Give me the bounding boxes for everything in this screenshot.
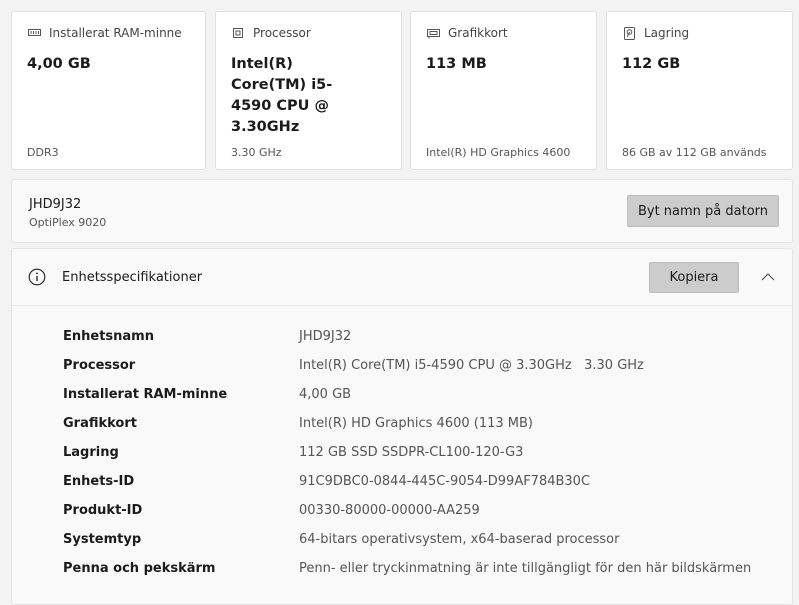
spec-label: Enhets-ID <box>63 474 135 489</box>
spec-row-device-id: Enhets-ID 91C9DBC0-0844-445C-9054-D99AF7… <box>12 474 792 503</box>
info-icon <box>28 268 46 286</box>
graphics-card-icon <box>426 26 440 40</box>
graphics-card-value: 113 MB <box>426 56 487 72</box>
spec-label: Produkt-ID <box>63 503 143 518</box>
spec-value: Penn- eller tryckinmatning är inte tillg… <box>299 561 752 576</box>
spec-label: Lagring <box>63 445 119 460</box>
spec-row-pen-touch: Penna och pekskärm Penn- eller tryckinma… <box>12 561 792 590</box>
spec-value: 91C9DBC0-0844-445C-9054-D99AF784B30C <box>299 474 591 489</box>
storage-icon <box>622 26 636 40</box>
spec-label: Systemtyp <box>63 532 142 547</box>
processor-card-sub: 3.30 GHz <box>231 146 282 159</box>
spec-value: Intel(R) Core(TM) i5-4590 CPU @ 3.30GHz … <box>299 358 644 373</box>
processor-card: Processor Intel(R) Core(TM) i5-4590 CPU … <box>215 11 402 170</box>
processor-card-label: Processor <box>253 26 311 40</box>
spec-value: Intel(R) HD Graphics 4600 (113 MB) <box>299 416 533 431</box>
spec-list: Enhetsnamn JHD9J32 Processor Intel(R) Co… <box>12 329 792 590</box>
spec-row-device-name: Enhetsnamn JHD9J32 <box>12 329 792 358</box>
summary-cards: Installerat RAM-minne 4,00 GB DDR3 Proce… <box>11 11 793 172</box>
processor-card-value: Intel(R) Core(TM) i5-4590 CPU @ 3.30GHz <box>231 56 333 135</box>
spec-label: Installerat RAM-minne <box>63 387 228 402</box>
spec-label: Grafikkort <box>63 416 137 431</box>
graphics-card-sub: Intel(R) HD Graphics 4600 <box>426 146 571 159</box>
spec-value: 64-bitars operativsystem, x64-baserad pr… <box>299 532 620 547</box>
device-specifications-title: Enhetsspecifikationer <box>62 270 203 285</box>
spec-row-processor: Processor Intel(R) Core(TM) i5-4590 CPU … <box>12 358 792 387</box>
spec-value: 00330-80000-00000-AA259 <box>299 503 480 518</box>
storage-card-label: Lagring <box>644 26 690 40</box>
spec-row-system-type: Systemtyp 64-bitars operativsystem, x64-… <box>12 532 792 561</box>
ram-card-label: Installerat RAM-minne <box>49 26 182 40</box>
ram-card-sub: DDR3 <box>27 146 59 159</box>
device-specifications-header[interactable]: Enhetsspecifikationer Kopiera <box>12 249 792 306</box>
rename-pc-button[interactable]: Byt namn på datorn <box>627 195 779 227</box>
ram-card: Installerat RAM-minne 4,00 GB DDR3 <box>11 11 206 170</box>
spec-row-product-id: Produkt-ID 00330-80000-00000-AA259 <box>12 503 792 532</box>
spec-value: 112 GB SSD SSDPR-CL100-120-G3 <box>299 445 524 460</box>
storage-card-sub: 86 GB av 112 GB används <box>622 146 767 159</box>
ram-icon <box>27 26 41 40</box>
spec-row-storage: Lagring 112 GB SSD SSDPR-CL100-120-G3 <box>12 445 792 474</box>
spec-label: Processor <box>63 358 136 373</box>
storage-card-value: 112 GB <box>622 56 681 72</box>
spec-row-graphics: Grafikkort Intel(R) HD Graphics 4600 (11… <box>12 416 792 445</box>
graphics-card-label: Grafikkort <box>448 26 508 40</box>
graphics-card: Grafikkort 113 MB Intel(R) HD Graphics 4… <box>410 11 597 170</box>
spec-label: Enhetsnamn <box>63 329 154 344</box>
spec-row-ram: Installerat RAM-minne 4,00 GB <box>12 387 792 416</box>
processor-icon <box>231 26 245 40</box>
storage-card: Lagring 112 GB 86 GB av 112 GB används <box>606 11 793 170</box>
device-name: JHD9J32 <box>29 197 82 212</box>
copy-button[interactable]: Kopiera <box>649 262 739 293</box>
spec-label: Penna och pekskärm <box>63 561 216 576</box>
ram-card-value: 4,00 GB <box>27 56 91 72</box>
device-specifications-panel: Enhetsspecifikationer Kopiera Enhetsnamn… <box>11 248 793 605</box>
device-info-bar: JHD9J32 OptiPlex 9020 Byt namn på datorn <box>11 179 793 243</box>
spec-value: 4,00 GB <box>299 387 352 402</box>
device-model: OptiPlex 9020 <box>29 216 107 229</box>
spec-value: JHD9J32 <box>299 329 352 344</box>
chevron-up-icon[interactable] <box>760 269 776 285</box>
